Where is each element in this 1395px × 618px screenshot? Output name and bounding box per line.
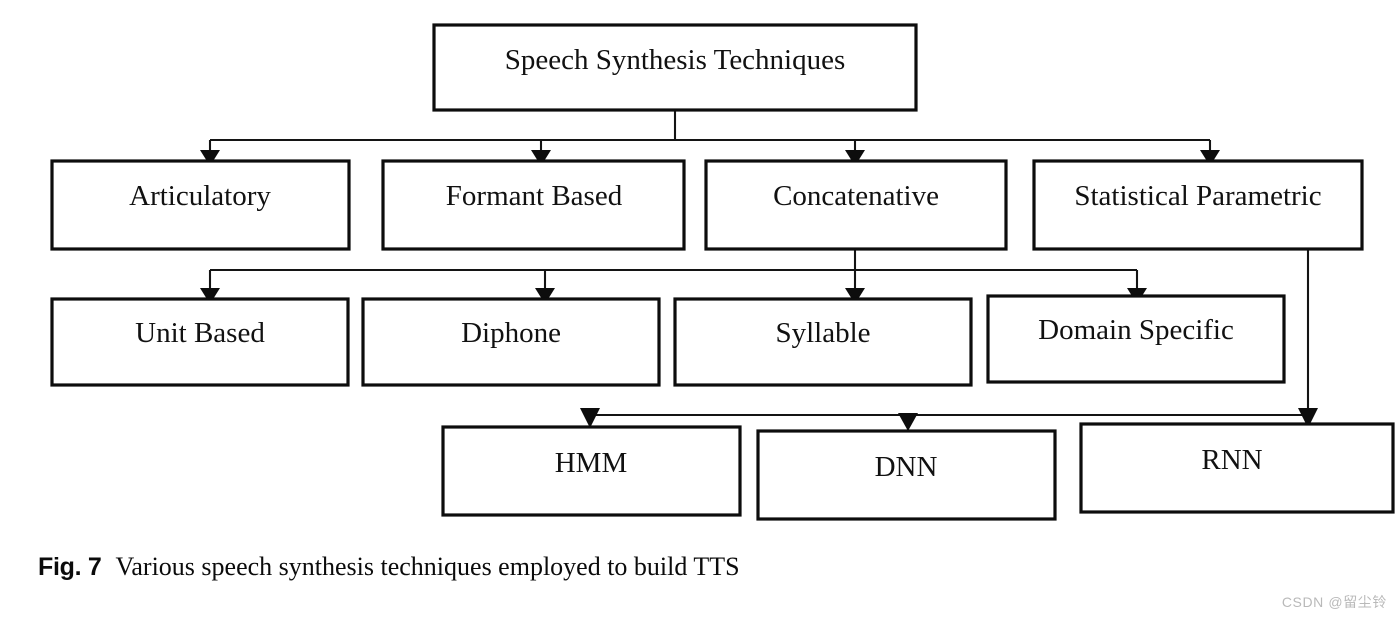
figure-container: Speech Synthesis Techniques Articulatory…	[0, 0, 1395, 618]
node-diphone-label: Diphone	[461, 317, 561, 349]
node-hmm[interactable]: HMM	[441, 425, 742, 517]
node-formant-label: Formant Based	[446, 180, 623, 212]
figure-caption-text: Various speech synthesis techniques empl…	[115, 552, 740, 581]
node-unit[interactable]: Unit Based	[50, 297, 350, 387]
arrowhead-dnn	[898, 413, 918, 431]
figure-caption: Fig. 7 Various speech synthesis technique…	[38, 552, 1238, 586]
arrowhead-hmm	[580, 408, 600, 428]
figure-number: Fig. 7	[38, 553, 102, 581]
node-concatenative[interactable]: Concatenative	[704, 159, 1008, 251]
node-rnn-label: RNN	[1201, 444, 1262, 476]
node-dnn-label: DNN	[875, 451, 938, 483]
node-syllable[interactable]: Syllable	[673, 297, 973, 387]
node-root-label: Speech Synthesis Techniques	[505, 44, 846, 76]
tree-diagram: Speech Synthesis Techniques Articulatory…	[50, 23, 1395, 521]
node-root[interactable]: Speech Synthesis Techniques	[432, 23, 918, 112]
node-diphone[interactable]: Diphone	[361, 297, 661, 387]
node-concatenative-label: Concatenative	[773, 180, 939, 212]
node-articulatory-label: Articulatory	[129, 180, 271, 212]
node-unit-label: Unit Based	[135, 317, 265, 349]
node-articulatory[interactable]: Articulatory	[50, 159, 351, 251]
node-statistical[interactable]: Statistical Parametric	[1032, 159, 1364, 251]
node-domain-label: Domain Specific	[1038, 314, 1234, 346]
node-dnn[interactable]: DNN	[756, 429, 1057, 521]
node-statistical-label: Statistical Parametric	[1074, 180, 1321, 212]
node-hmm-label: HMM	[555, 447, 628, 479]
node-syllable-label: Syllable	[775, 317, 870, 349]
csdn-watermark: CSDN @留尘铃	[1281, 594, 1387, 610]
node-rnn[interactable]: RNN	[1079, 422, 1395, 514]
node-domain[interactable]: Domain Specific	[986, 294, 1286, 384]
node-formant[interactable]: Formant Based	[381, 159, 686, 251]
